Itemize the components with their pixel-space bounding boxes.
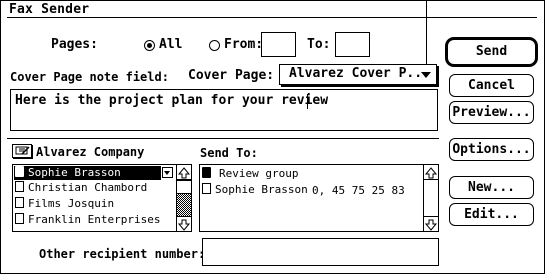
cover-page-popup[interactable]: Alvarez Cover P...	[279, 64, 437, 85]
person-card-icon	[15, 181, 24, 192]
list-item-label: Christian Chambord	[28, 181, 148, 194]
list-item-label: Sophie Brasson	[28, 166, 121, 179]
group-icon	[202, 167, 211, 178]
options-button[interactable]: Options...	[449, 138, 534, 161]
arrow-up-icon[interactable]	[177, 165, 191, 180]
list-item-label: Franklin Enterprises	[28, 213, 161, 226]
cover-page-value: Alvarez Cover P...	[289, 66, 430, 81]
pages-all-radio[interactable]	[144, 40, 155, 51]
pages-from-label: From:	[224, 37, 264, 52]
list-item-label: Films Josquin	[28, 197, 115, 210]
address-list[interactable]: Sophie Brasson Christian Chambord Films …	[12, 164, 192, 232]
cover-note-field[interactable]: Here is the project plan for your review	[10, 89, 438, 131]
address-book-name: Alvarez Company	[36, 145, 145, 159]
send-to-item[interactable]: Review group	[202, 167, 298, 181]
from-page-field[interactable]	[261, 32, 296, 57]
new-button[interactable]: New...	[449, 176, 534, 199]
pages-to-label: To:	[307, 37, 331, 52]
arrow-down-icon[interactable]	[177, 216, 191, 231]
send-to-scrollbar[interactable]	[423, 165, 438, 231]
to-page-field[interactable]	[335, 32, 370, 57]
other-recipient-field[interactable]	[202, 238, 439, 266]
title-divider	[7, 17, 537, 18]
selected-item-popup-icon[interactable]	[162, 167, 173, 178]
section-divider	[7, 138, 439, 139]
window-title: Fax Sender	[9, 2, 90, 17]
send-to-item-number: 0, 45 75 25 83	[312, 184, 405, 197]
send-to-list[interactable]: Review group Sophie Brasson 0, 45 75 25 …	[199, 164, 439, 232]
send-button[interactable]: Send	[449, 41, 534, 63]
triangle-down-icon	[421, 72, 431, 78]
cover-page-label: Cover Page:	[188, 68, 275, 83]
list-item[interactable]: Sophie Brasson	[15, 166, 121, 180]
person-card-icon	[15, 213, 24, 224]
pages-from-radio[interactable]	[209, 40, 220, 51]
list-item[interactable]: Christian Chambord	[15, 181, 147, 195]
list-item[interactable]: Franklin Enterprises	[15, 213, 160, 227]
person-card-icon	[202, 183, 211, 194]
scroll-thumb[interactable]	[177, 180, 191, 194]
cover-note-label: Cover Page note field:	[10, 70, 169, 84]
preview-button[interactable]: Preview...	[449, 101, 534, 124]
text-cursor	[307, 94, 308, 109]
send-to-item-name: Sophie Brasson	[215, 183, 308, 196]
pages-label: Pages:	[51, 37, 98, 52]
other-recipient-label: Other recipient number:	[39, 247, 206, 261]
address-book-icon[interactable]	[12, 144, 32, 158]
person-card-icon	[15, 166, 24, 177]
send-to-item[interactable]: Sophie Brasson	[202, 183, 308, 197]
cancel-button[interactable]: Cancel	[449, 74, 534, 97]
pages-all-label: All	[159, 37, 183, 52]
edit-button[interactable]: Edit...	[449, 203, 534, 226]
arrow-up-icon[interactable]	[424, 165, 438, 180]
send-to-item-name: Review group	[219, 167, 299, 180]
address-list-scrollbar[interactable]	[176, 165, 191, 231]
cover-note-text: Here is the project plan for your review	[15, 93, 329, 108]
list-item[interactable]: Films Josquin	[15, 197, 114, 211]
arrow-down-icon[interactable]	[424, 216, 438, 231]
callout-line	[426, 0, 427, 69]
person-card-icon	[15, 197, 24, 208]
send-to-label: Send To:	[200, 146, 258, 160]
